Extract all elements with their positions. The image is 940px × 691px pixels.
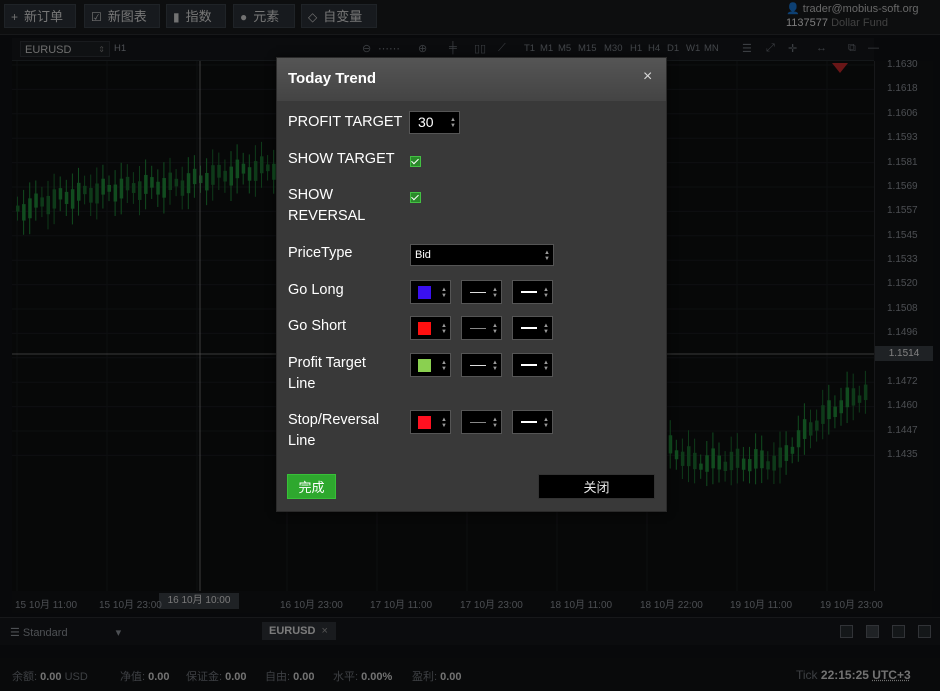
line-width-icon xyxy=(521,291,537,293)
line-width-icon xyxy=(521,327,537,329)
show-reversal-checkbox[interactable] xyxy=(410,192,421,203)
profit-target-input[interactable]: 30 ▲ ▼ xyxy=(409,111,460,134)
stop-reversal-line-style-select[interactable]: ▲ ▼ xyxy=(461,410,502,434)
line-width-icon xyxy=(521,364,537,366)
spinner-icon[interactable]: ▲ ▼ xyxy=(450,117,456,129)
spinner-icon: ▲ ▼ xyxy=(492,360,498,372)
go-long-label: Go Long xyxy=(288,282,344,298)
select-arrows-icon: ▲ ▼ xyxy=(544,250,550,262)
dialog-header: Today Trend × xyxy=(277,58,666,101)
profit-target-line-label-line1: Profit Target xyxy=(288,355,366,371)
go-long-color-swatch xyxy=(418,286,431,299)
show-target-label: SHOW TARGET xyxy=(288,151,395,167)
price-type-value: Bid xyxy=(415,249,431,261)
profit-target-line-color-swatch xyxy=(418,359,431,372)
spinner-icon: ▲ ▼ xyxy=(543,417,549,429)
done-button[interactable]: 完成 xyxy=(287,474,336,499)
spinner-icon: ▲ ▼ xyxy=(543,323,549,335)
profit-target-line-style-select[interactable]: ▲ ▼ xyxy=(461,353,502,377)
show-target-checkbox[interactable] xyxy=(410,156,421,167)
spinner-icon: ▲ ▼ xyxy=(543,360,549,372)
spinner-icon: ▲ ▼ xyxy=(441,323,447,335)
price-type-select[interactable]: Bid ▲ ▼ xyxy=(410,244,554,266)
profit-target-line-width-select[interactable]: ▲ ▼ xyxy=(512,353,553,377)
go-long-line-width-select[interactable]: ▲ ▼ xyxy=(512,280,553,304)
profit-target-value: 30 xyxy=(418,114,434,130)
spinner-icon: ▲ ▼ xyxy=(543,287,549,299)
dialog-close-icon[interactable]: × xyxy=(643,68,652,86)
show-reversal-label-line1: SHOW xyxy=(288,187,334,203)
stop-reversal-line-color-picker[interactable]: ▲ ▼ xyxy=(410,410,451,434)
price-type-label: PriceType xyxy=(288,245,353,261)
dialog-title: Today Trend xyxy=(288,70,377,87)
stop-reversal-line-label-line1: Stop/Reversal xyxy=(288,412,380,428)
today-trend-dialog: Today Trend × PROFIT TARGET 30 ▲ ▼ SHOW T… xyxy=(276,57,667,512)
stop-reversal-line-color-swatch xyxy=(418,416,431,429)
go-short-label: Go Short xyxy=(288,318,347,334)
go-long-line-style-select[interactable]: ▲ ▼ xyxy=(461,280,502,304)
line-style-icon xyxy=(470,365,486,366)
spinner-icon: ▲ ▼ xyxy=(441,417,447,429)
close-button[interactable]: 关闭 xyxy=(538,474,655,499)
line-style-icon xyxy=(470,422,486,423)
spinner-icon: ▲ ▼ xyxy=(441,360,447,372)
spinner-icon: ▲ ▼ xyxy=(492,287,498,299)
profit-target-line-label-line2: Line xyxy=(288,376,316,392)
go-short-color-swatch xyxy=(418,322,431,335)
go-short-line-style-select[interactable]: ▲ ▼ xyxy=(461,316,502,340)
show-reversal-label-line2: REVERSAL xyxy=(288,208,366,224)
profit-target-line-color-picker[interactable]: ▲ ▼ xyxy=(410,353,451,377)
line-style-icon xyxy=(470,328,486,329)
go-long-color-picker[interactable]: ▲ ▼ xyxy=(410,280,451,304)
stop-reversal-line-label-line2: Line xyxy=(288,433,316,449)
go-short-color-picker[interactable]: ▲ ▼ xyxy=(410,316,451,340)
profit-target-label: PROFIT TARGET xyxy=(288,114,403,130)
spinner-icon: ▲ ▼ xyxy=(492,417,498,429)
line-width-icon xyxy=(521,421,537,423)
go-short-line-width-select[interactable]: ▲ ▼ xyxy=(512,316,553,340)
spinner-icon: ▲ ▼ xyxy=(492,323,498,335)
stop-reversal-line-width-select[interactable]: ▲ ▼ xyxy=(512,410,553,434)
spinner-icon: ▲ ▼ xyxy=(441,287,447,299)
line-style-icon xyxy=(470,292,486,293)
